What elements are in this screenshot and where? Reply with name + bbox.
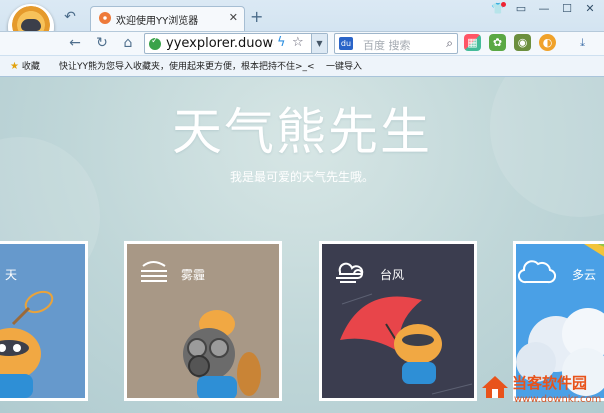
site-watermark: 当客软件园 www.downkr.com: [480, 372, 604, 413]
game-icon[interactable]: ◉: [514, 34, 531, 51]
home-icon[interactable]: ⌂: [118, 33, 138, 53]
address-text[interactable]: yyexplorer.duowan: [166, 36, 274, 51]
close-icon[interactable]: ✕: [582, 2, 598, 16]
bookmark-import-tip[interactable]: 快让YY熊为您导入收藏夹，使用起来更方便，根本把持不住>_<: [59, 59, 315, 72]
raccoon-umbrella-illustration: [340, 293, 473, 395]
house-logo-icon: [482, 376, 508, 398]
search-box[interactable]: du 百度 搜索 ⌕: [334, 33, 458, 54]
favorites-star-icon: ★: [10, 61, 19, 72]
weather-card-haze[interactable]: 雾霾: [124, 241, 282, 401]
star-icon[interactable]: ☆: [292, 35, 304, 50]
address-dropdown-icon[interactable]: ▼: [311, 34, 327, 53]
page-title: 天气熊先生: [172, 103, 432, 161]
bolt-icon[interactable]: ϟ: [277, 35, 286, 50]
weather-card-sunny[interactable]: 天: [0, 241, 88, 401]
search-icon[interactable]: ⌕: [446, 36, 453, 51]
yy-tab-icon: [99, 12, 111, 24]
media-icon[interactable]: ◐: [539, 34, 556, 51]
card-label: 多云: [572, 268, 597, 282]
address-bar[interactable]: yyexplorer.duowan ϟ ☆ ▼: [144, 33, 328, 54]
apps-icon[interactable]: ▦: [464, 34, 481, 51]
minimize-icon[interactable]: —: [536, 2, 552, 16]
tab-title: 欢迎使用YY浏览器: [116, 16, 199, 27]
baidu-paw-icon[interactable]: du: [339, 37, 353, 50]
bookmark-label: 收藏: [21, 62, 40, 72]
back-icon[interactable]: ←: [65, 33, 85, 53]
page-subtitle: 我是最可爱的天气先生哦。: [229, 170, 374, 184]
skin-icon[interactable]: 👕: [490, 2, 506, 16]
watermark-title: 当客软件园: [512, 374, 588, 392]
menu-icon[interactable]: ▭: [513, 2, 529, 16]
maximize-icon[interactable]: ☐: [559, 2, 575, 16]
new-tab-button[interactable]: +: [250, 7, 263, 26]
puzzle-icon[interactable]: ✿: [489, 34, 506, 51]
bookmarks-bar: ★ 收藏 快让YY熊为您导入收藏夹，使用起来更方便，根本把持不住>_< 一键导入: [0, 56, 604, 76]
raccoon-gasmask-illustration: [183, 310, 261, 398]
refresh-icon[interactable]: ↻: [92, 33, 112, 53]
bookmark-favorites[interactable]: ★ 收藏: [10, 59, 40, 72]
security-shield-icon: [149, 36, 161, 50]
bookmark-one-click-import[interactable]: 一键导入: [326, 59, 362, 72]
tab-welcome[interactable]: 欢迎使用YY浏览器 ✕: [90, 6, 245, 31]
navigation-bar: ← ↻ ⌂ yyexplorer.duowan ϟ ☆ ▼ du 百度 搜索 ⌕…: [0, 31, 604, 55]
weather-card-typhoon[interactable]: 台风: [319, 241, 477, 401]
watermark-url: www.downkr.com: [514, 394, 602, 405]
window-controls: 👕 ▭ — ☐ ✕: [490, 2, 598, 16]
search-input[interactable]: 百度 搜索: [363, 37, 411, 53]
raccoon-net-illustration: [0, 290, 54, 398]
undo-close-icon[interactable]: ↶: [60, 9, 80, 27]
browser-chrome: ↶ 欢迎使用YY浏览器 ✕ + 👕 ▭ — ☐ ✕ ← ↻ ⌂ yyexplor…: [0, 0, 604, 77]
tab-close-icon[interactable]: ✕: [229, 11, 238, 24]
download-icon[interactable]: ⤓: [574, 34, 591, 51]
weather-page: 天气熊先生 我是最可爱的天气先生哦。 天 雾霾 台风 多云: [0, 77, 604, 413]
